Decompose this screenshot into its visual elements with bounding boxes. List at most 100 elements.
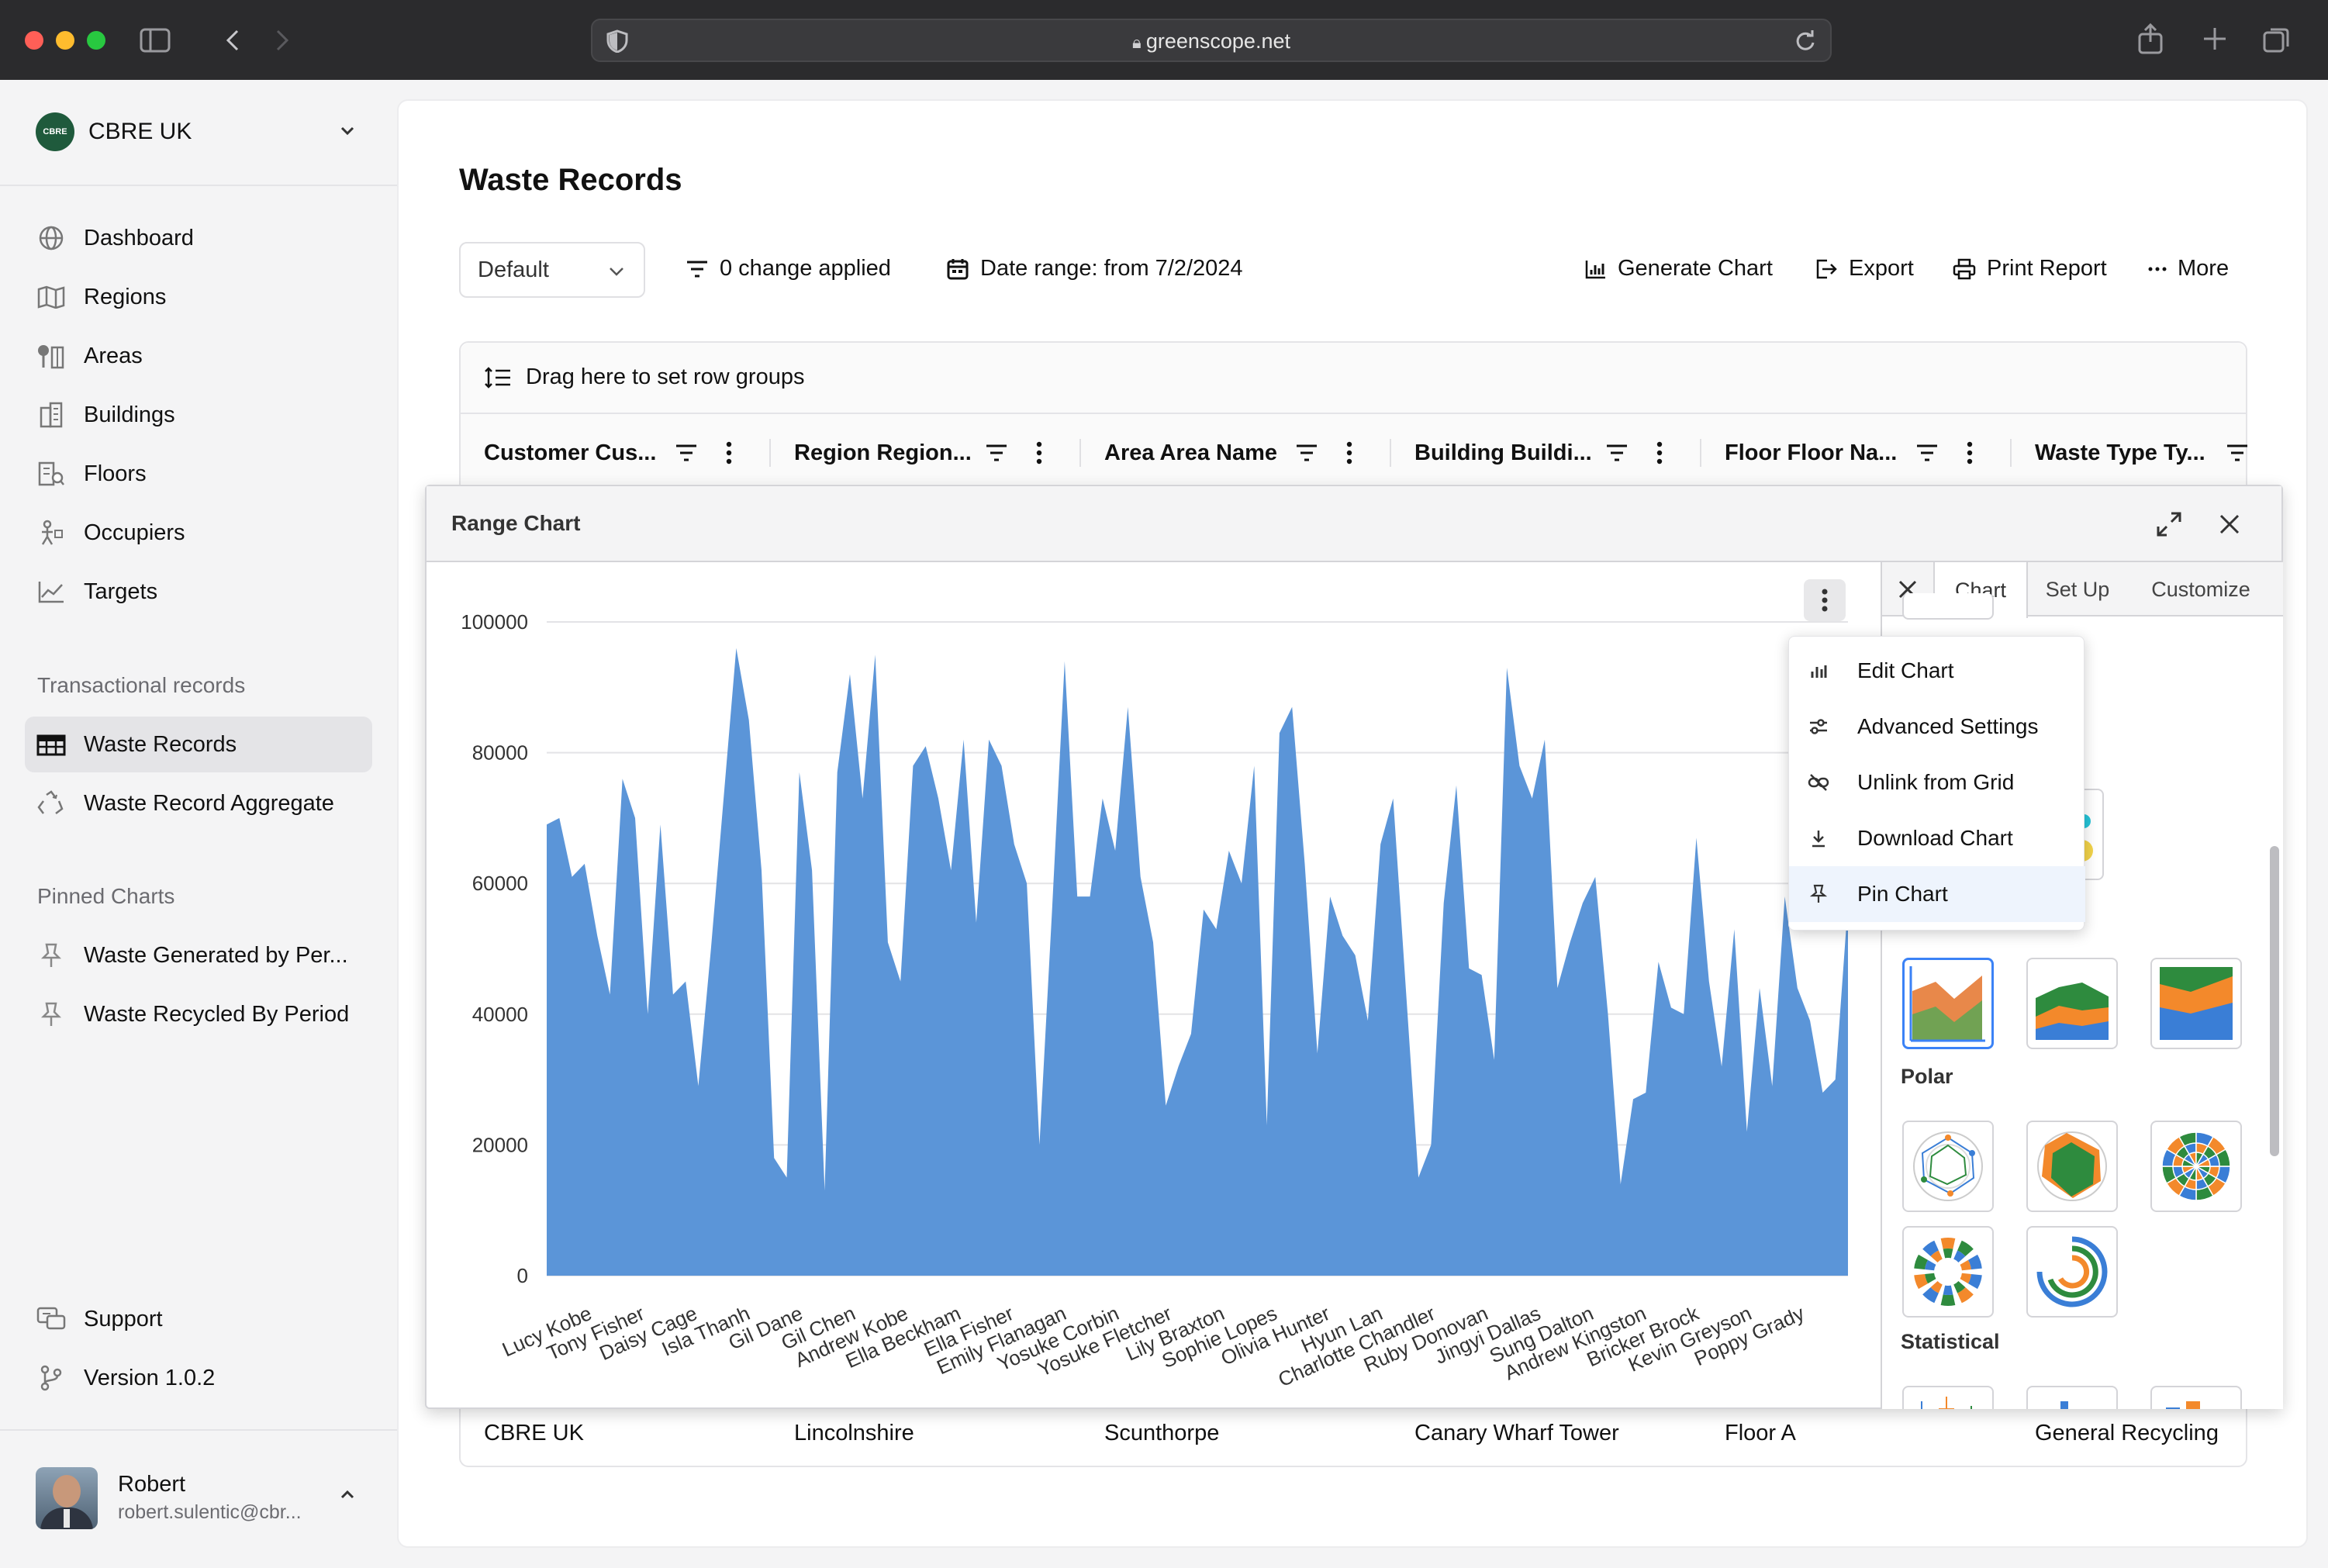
filter-icon[interactable] [1605, 443, 1629, 463]
nav-item-floors[interactable]: Floors [25, 446, 372, 502]
menu-item-advanced-settings[interactable]: Advanced Settings [1789, 699, 2085, 755]
column-header[interactable]: Floor Floor Na... [1725, 436, 1897, 470]
generate-chart-button[interactable]: Generate Chart [1585, 256, 1773, 281]
new-tab-icon[interactable] [2202, 26, 2227, 51]
chart-thumbnail-range-bar[interactable] [2150, 1386, 2242, 1409]
nav-item-dashboard[interactable]: Dashboard [25, 210, 372, 266]
filter-icon[interactable] [1295, 443, 1318, 463]
org-switcher[interactable]: CBRE CBRE UK [25, 109, 372, 155]
nav-item-support[interactable]: Support [25, 1291, 372, 1347]
chart-thumbnail-radar-line[interactable] [1902, 1121, 1994, 1212]
column-menu-icon[interactable] [1656, 441, 1663, 465]
nav-item-waste-record-aggregate[interactable]: Waste Record Aggregate [25, 775, 372, 831]
chart-thumbnail-histogram[interactable] [2026, 1386, 2118, 1409]
column-header[interactable]: Building Buildi... [1414, 436, 1592, 470]
nav-label: Waste Record Aggregate [84, 790, 334, 816]
column-separator[interactable] [1079, 439, 1081, 467]
maximize-icon[interactable] [2156, 511, 2182, 537]
user-name: Robert [118, 1472, 186, 1497]
tab-customize[interactable]: Customize [2127, 562, 2274, 616]
nav-item-pinned-chart[interactable]: Waste Generated by Per... [25, 927, 372, 983]
forward-icon[interactable] [273, 28, 292, 53]
menu-item-edit-chart[interactable]: Edit Chart [1789, 643, 2085, 699]
nav-item-regions[interactable]: Regions [25, 269, 372, 325]
column-header[interactable]: Customer Cus... [484, 436, 656, 470]
area-series[interactable] [547, 648, 1848, 1276]
filter-icon[interactable] [2226, 443, 2249, 463]
nav-item-buildings[interactable]: Buildings [25, 387, 372, 443]
column-separator[interactable] [2010, 439, 2012, 467]
chart-thumbnail-area[interactable] [1902, 958, 1994, 1049]
view-select[interactable]: Default [459, 242, 645, 298]
print-report-button[interactable]: Print Report [1953, 256, 2107, 281]
close-window-button[interactable] [25, 31, 43, 50]
maximize-window-button[interactable] [87, 31, 105, 50]
nav-label: Areas [84, 343, 143, 368]
panel-scrollbar[interactable] [2270, 846, 2279, 1156]
column-menu-icon[interactable] [1036, 441, 1042, 465]
sidebar-toggle-icon[interactable] [140, 28, 171, 53]
filter-icon[interactable] [985, 443, 1008, 463]
chart-thumbnail-radar-area[interactable] [2026, 1121, 2118, 1212]
reload-icon[interactable] [1794, 30, 1816, 52]
chart-thumbnail-box-plot[interactable] [1902, 1386, 1994, 1409]
nav-item-waste-records[interactable]: Waste Records [25, 717, 372, 772]
chart-menu-button[interactable] [1804, 579, 1846, 621]
column-header[interactable]: Waste Type Ty... [2035, 436, 2205, 470]
settings-sliders-icon [1808, 719, 1829, 734]
grid-cell[interactable]: Floor A [1725, 1421, 1796, 1446]
minimize-window-button[interactable] [56, 31, 74, 50]
grid-cell[interactable]: Lincolnshire [794, 1421, 914, 1446]
grid-cell[interactable]: CBRE UK [484, 1421, 584, 1446]
nav-item-pinned-chart[interactable]: Waste Recycled By Period [25, 986, 372, 1042]
unlink-icon [1808, 773, 1829, 792]
y-tick-label: 100000 [461, 610, 528, 634]
user-menu[interactable]: Robert robert.sulentic@cbr... [25, 1458, 372, 1532]
chart-window-header[interactable]: Range Chart [427, 486, 2281, 562]
column-menu-icon[interactable] [1346, 441, 1352, 465]
y-tick-label: 40000 [472, 1003, 528, 1026]
menu-item-label: Advanced Settings [1857, 714, 2039, 738]
close-icon[interactable] [2218, 513, 2241, 536]
chart-thumbnail-nightingale[interactable] [2150, 1121, 2242, 1212]
printer-icon [1953, 258, 1976, 280]
menu-item-pin-chart[interactable]: Pin Chart [1789, 866, 2085, 922]
grid-cell[interactable]: Scunthorpe [1104, 1421, 1219, 1446]
nav-item-targets[interactable]: Targets [25, 564, 372, 620]
menu-item-download-chart[interactable]: Download Chart [1789, 810, 2085, 866]
column-menu-icon[interactable] [726, 441, 732, 465]
chart-thumbnail[interactable] [1902, 593, 1994, 620]
nav-item-areas[interactable]: Areas [25, 328, 372, 384]
column-separator[interactable] [1390, 439, 1391, 467]
export-icon [1815, 258, 1838, 280]
share-icon[interactable] [2137, 23, 2164, 54]
nav-item-occupiers[interactable]: Occupiers [25, 505, 372, 561]
grid-cell[interactable]: Canary Wharf Tower [1414, 1421, 1619, 1446]
range-chart[interactable]: 020000400006000080000100000Lucy KobeTony… [427, 562, 1879, 1409]
column-menu-icon[interactable] [1967, 441, 1973, 465]
column-header[interactable]: Area Area Name [1104, 436, 1277, 470]
chart-thumbnail-normalized-area[interactable] [2150, 958, 2242, 1049]
date-range-button[interactable]: Date range: from 7/2/2024 [946, 256, 1243, 281]
user-email: robert.sulentic@cbr... [118, 1501, 302, 1523]
filter-icon[interactable] [675, 443, 698, 463]
chart-thumbnail-stacked-area[interactable] [2026, 958, 2118, 1049]
tab-set-up[interactable]: Set Up [2028, 562, 2127, 616]
more-button[interactable]: More [2148, 256, 2229, 281]
column-separator[interactable] [1700, 439, 1701, 467]
column-separator[interactable] [769, 439, 771, 467]
filter-icon[interactable] [1915, 443, 1939, 463]
changes-applied-button[interactable]: 0 change applied [686, 256, 891, 281]
address-bar[interactable]: 🔒︎ greenscope.net [591, 19, 1832, 62]
nav-label: Dashboard [84, 225, 194, 250]
chart-thumbnail-radial-column[interactable] [1902, 1226, 1994, 1318]
chart-thumbnail-radial-bar[interactable] [2026, 1226, 2118, 1318]
tab-overview-icon[interactable] [2263, 26, 2291, 54]
column-header[interactable]: Region Region... [794, 436, 972, 470]
grid-cell[interactable]: General Recycling [2035, 1421, 2219, 1446]
back-icon[interactable] [223, 28, 242, 53]
menu-item-unlink-from-grid[interactable]: Unlink from Grid [1789, 755, 2085, 810]
nav-label: Occupiers [84, 520, 185, 545]
column-header-label: Area Area Name [1104, 440, 1277, 465]
export-button[interactable]: Export [1815, 256, 1914, 281]
